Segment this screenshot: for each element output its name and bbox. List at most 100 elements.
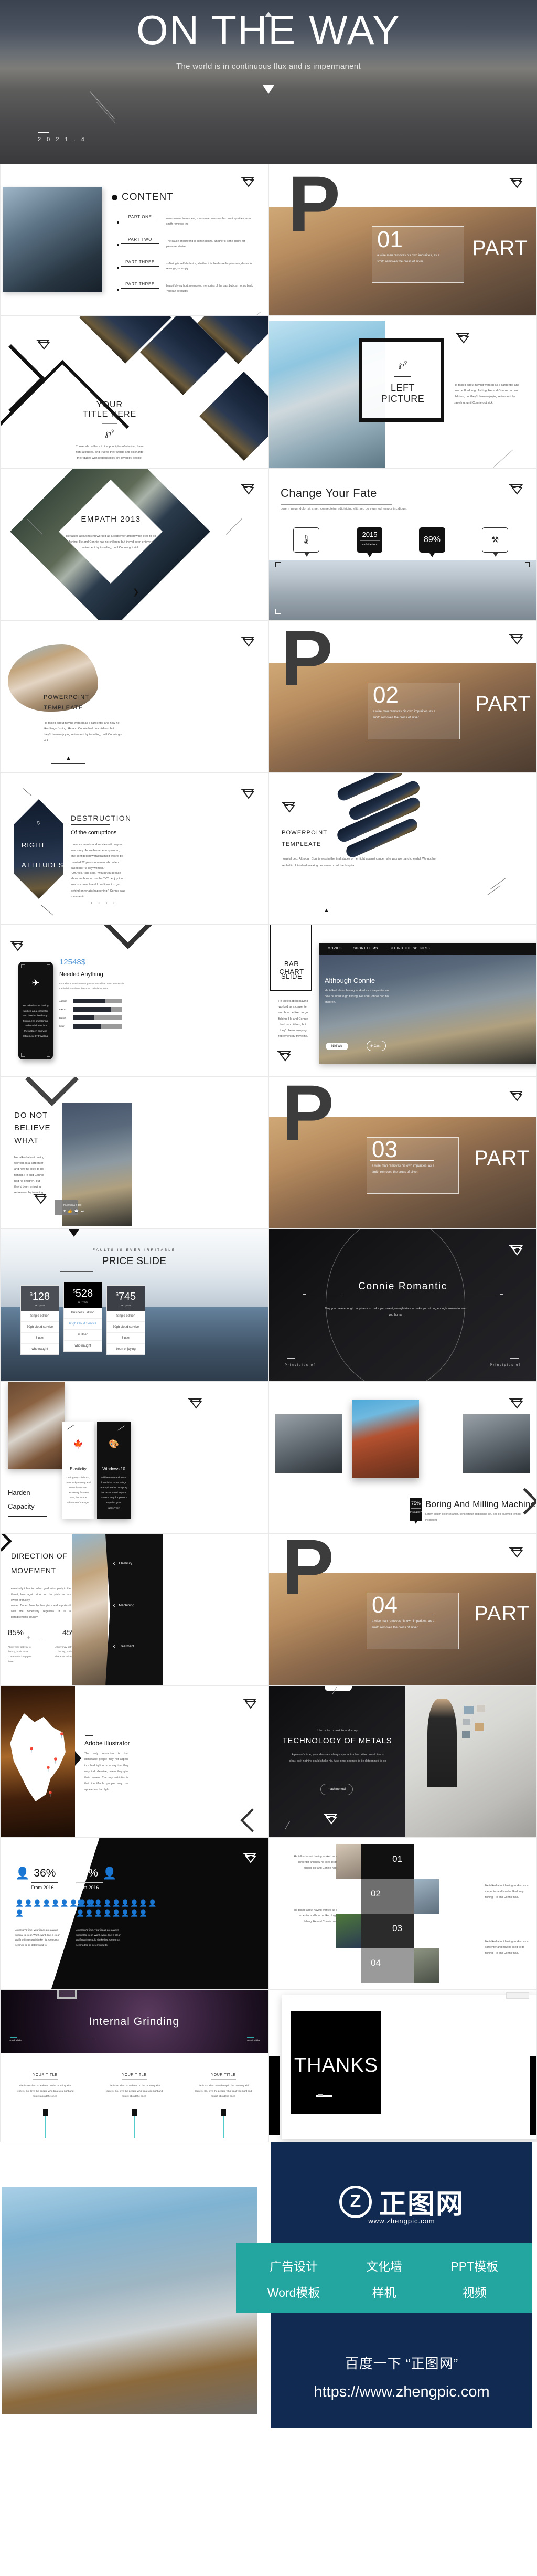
price-card[interactable]: $745 per year Single edition 30gb cloud …	[106, 1285, 145, 1355]
badge-2015[interactable]: 2015 carbide tool	[357, 527, 382, 557]
workspace-photo	[405, 1686, 536, 1837]
harden-line1: Harden	[8, 1489, 30, 1497]
badge-label: carbide tool	[362, 543, 378, 546]
notch-decor	[325, 1686, 352, 1691]
grinding-column: YOUR TITLE Life is too short to wake up …	[194, 2069, 253, 2138]
list-item-text: beautiful very hurt, memories, memories …	[166, 284, 254, 293]
column-title: YOUR TITLE	[211, 2073, 236, 2080]
desk-photo	[8, 1382, 65, 1469]
menu-item-treatment[interactable]: ❮ Treatment	[113, 1644, 134, 1648]
cube-number: 01	[392, 1854, 402, 1864]
slide-row: 📍 📍 📍 📍 📍 Adobe illustrator The only res…	[0, 1685, 537, 1838]
brand-url[interactable]: www.zhengpic.com	[368, 2217, 435, 2225]
category-ppt-template[interactable]: PPT模板	[429, 2256, 520, 2274]
chevron-left-icon: ❮	[113, 1604, 116, 1607]
tag-chip[interactable]: Niki Wu	[326, 1043, 348, 1050]
nav-item[interactable]: BEHIND THE SCENESS	[390, 947, 430, 950]
decor-line	[90, 91, 115, 119]
slide-boring-milling: 75% From 2017 Boring And Milling Machine…	[268, 1381, 537, 1533]
category-word-template[interactable]: Word模板	[249, 2283, 339, 2301]
map-pin-icon[interactable]: 📍	[28, 1747, 35, 1754]
chevron-decor	[103, 925, 153, 949]
list-item-label: PART THREE	[125, 282, 155, 287]
nav-item[interactable]: MOVIES	[328, 947, 342, 950]
badge-tools[interactable]: ⚒	[482, 527, 508, 557]
card-windows[interactable]: 🎨 Windows 10 will be more and more found…	[97, 1422, 131, 1519]
chevron-up-icon[interactable]: ▲	[324, 907, 329, 914]
brand-footer: Z 正图网 www.zhengpic.com 百度一下 “正图网” https:…	[0, 2142, 537, 2436]
brand-diamond-icon	[36, 337, 50, 350]
list-item[interactable]: PART TWO The cause of suffering is selfi…	[117, 237, 263, 250]
map-pin-icon[interactable]: 📍	[45, 1766, 52, 1773]
menu-item-elasticity[interactable]: ❮ Elasticity	[113, 1561, 132, 1565]
nav-item[interactable]: SHORT FILMS	[353, 947, 378, 950]
brand-diamond-icon	[241, 482, 254, 495]
brand-diamond-icon	[10, 939, 24, 951]
machine-tool-button[interactable]: machine tool	[320, 1784, 353, 1795]
list-item-label: PART ONE	[128, 215, 152, 219]
price-feature: 6 User	[64, 1330, 102, 1341]
price-card-featured[interactable]: $528 per year Business Edition 60gb Clou…	[63, 1282, 102, 1352]
direction-body1: eventually infarction when graduation pa…	[11, 1587, 71, 1602]
list-item[interactable]: PART THREE beautiful very hurt, memories…	[117, 282, 263, 294]
slide-technology-metals: Life is too short to wake up TECHNOLOGY …	[268, 1685, 537, 1838]
category-culture-wall[interactable]: 文化墙	[339, 2256, 429, 2274]
list-item[interactable]: PART ONE rom moment to moment, a wise ma…	[117, 215, 263, 227]
percent-label: From 2016	[76, 1885, 99, 1890]
slide-title: ON THE WAY The world is in continuous fl…	[0, 0, 537, 164]
ppt-a-line1: POWERPOINT	[44, 694, 90, 701]
left-picture-line2: PICTURE	[381, 394, 425, 404]
brush-photo	[8, 644, 98, 712]
movie-card: MOVIES SHORT FILMS BEHIND THE SCENESS Al…	[319, 943, 536, 1064]
boring-body: Lorem ipsum dolor sit amet, consectetur …	[425, 1513, 522, 1522]
slide-row: ✈ He talked about having worked as a car…	[0, 925, 537, 1077]
movie-card-body: He talked about having worked as a carpe…	[325, 989, 391, 1004]
social-icons[interactable]: ♥👍💬➦	[63, 1209, 86, 1213]
paper-plane-card: ✈ He talked about having worked as a car…	[18, 962, 53, 1059]
movie-card-nav[interactable]: MOVIES SHORT FILMS BEHIND THE SCENESS	[319, 943, 536, 955]
map-pin-icon[interactable]: 📍	[58, 1732, 66, 1739]
part-number: 04	[372, 1592, 398, 1618]
thanks-title: THANKS	[294, 2054, 379, 2076]
slide-needed-anything: ✈ He talked about having worked as a car…	[0, 925, 268, 1077]
site-url[interactable]: https://www.zhengpic.com	[271, 2383, 532, 2401]
map-pin-icon[interactable]: 📍	[47, 1791, 54, 1798]
column-body: Life is too short to wake up in the morn…	[105, 2085, 163, 2098]
pin-icon: ℘⚲	[105, 428, 114, 438]
price-card[interactable]: $128 per year Single edition 30gb cloud …	[20, 1285, 59, 1355]
direction-line1: DIRECTION OF	[11, 1552, 68, 1560]
slide-row: DO NOT BELIEVE WHAT He talked about havi…	[0, 1077, 537, 1229]
percent-value: 64%	[76, 1867, 99, 1879]
cast-button[interactable]: + Cast	[367, 1041, 386, 1051]
card-elasticity[interactable]: 🍁 Elasticity During my childhood, think …	[62, 1422, 94, 1519]
grinding-title: Internal Grinding	[89, 2016, 180, 2028]
destruction-subheading: Of the corruptions	[71, 830, 117, 836]
chevron-down-icon[interactable]: ❯	[133, 587, 139, 597]
list-item[interactable]: PART THREE suffering is selfish desire, …	[117, 260, 263, 272]
movie-card-title: Although Connie	[325, 977, 375, 984]
map-pin-icon[interactable]: 📍	[52, 1757, 59, 1764]
chevron-up-icon[interactable]: ▲	[66, 755, 71, 761]
category-mockup[interactable]: 样机	[339, 2283, 429, 2301]
chevron-decor	[1, 1534, 12, 1552]
list-item-text: suffering is selfish desire, whether it …	[166, 262, 253, 271]
bar-track	[73, 999, 122, 1003]
price-period: per year	[77, 1301, 89, 1303]
connie-footer-left: Principles of	[285, 1364, 316, 1367]
badge-thermometer[interactable]: 🌡	[293, 527, 319, 557]
pin-icon: ℘⚲	[398, 360, 407, 369]
part-text: a wise man removes his own impurities, a…	[372, 1620, 435, 1629]
part-word: PART	[475, 692, 531, 715]
dots-indicator[interactable]: • • • •	[91, 902, 117, 905]
bar-track	[73, 1007, 122, 1012]
category-video[interactable]: 视频	[429, 2283, 520, 2301]
ppt-b-body: hospital bed. Although Connie was in the…	[282, 857, 437, 868]
content-item-list: PART ONE rom moment to moment, a wise ma…	[117, 215, 263, 294]
category-ad-design[interactable]: 广告设计	[249, 2256, 339, 2274]
menu-item-machining[interactable]: ❮ Machining	[113, 1603, 134, 1607]
price-card-head: $745 per year	[107, 1286, 145, 1311]
bar-chart-row: EXCEL	[59, 1007, 122, 1012]
chevron-left-icon: ❮	[113, 1645, 116, 1648]
badge-89-percent[interactable]: 89%	[419, 527, 445, 557]
hex-line1: RIGHT	[22, 841, 46, 849]
